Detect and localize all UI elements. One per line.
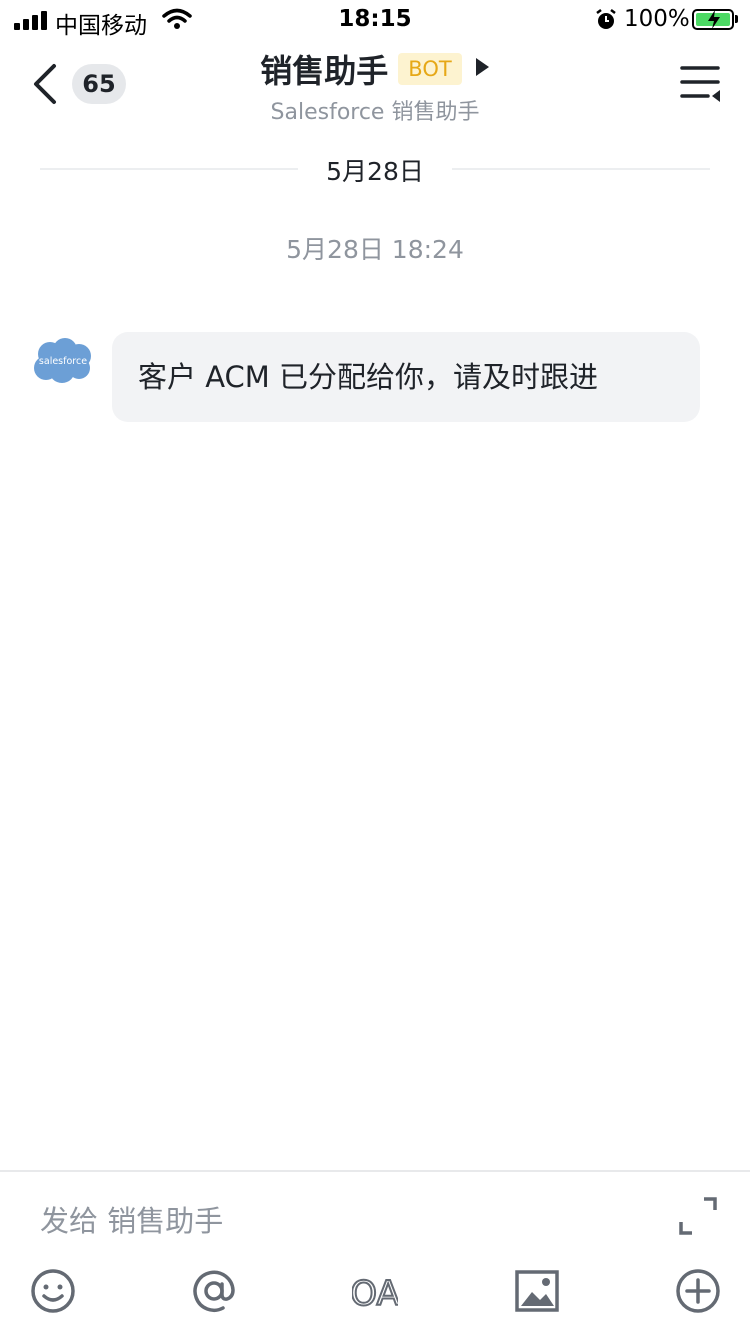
battery-percent: 100% [624, 6, 690, 32]
salesforce-avatar[interactable]: salesforce [32, 336, 94, 386]
date-separator-label: 5月28日 [326, 157, 424, 186]
chat-title-row[interactable]: 销售助手 BOT [0, 46, 750, 92]
image-icon[interactable] [514, 1268, 560, 1314]
menu-icon[interactable] [680, 64, 724, 104]
status-bar: 中国移动 18:15 100% [0, 0, 750, 40]
battery-charging-icon [692, 9, 734, 30]
date-separator: 5月28日 [40, 152, 710, 186]
nav-bar: 65 销售助手 BOT Salesforce 销售助手 [0, 40, 750, 130]
message-timestamp: 5月28日 18:24 [286, 235, 464, 264]
bot-tag: BOT [398, 53, 462, 85]
chat-title[interactable]: 销售助手 [260, 52, 388, 90]
expand-icon[interactable] [678, 1196, 718, 1236]
message-input[interactable]: 发给 销售助手 [40, 1198, 223, 1240]
oa-label: OA [352, 1274, 398, 1314]
chat-subtitle: Salesforce 销售助手 [270, 100, 480, 125]
emoji-icon[interactable] [30, 1268, 76, 1314]
mention-icon[interactable] [191, 1268, 237, 1314]
alarm-icon [595, 8, 617, 36]
composer-toolbar: OA [0, 1268, 750, 1318]
oa-icon[interactable]: OA [349, 1268, 400, 1315]
plus-icon[interactable] [675, 1268, 721, 1314]
composer: 发给 销售助手 OA [0, 1170, 750, 1334]
message-bubble[interactable]: 客户 ACM 已分配给你，请及时跟进 [112, 332, 700, 422]
avatar-logo-text: salesforce [39, 356, 87, 367]
play-icon[interactable] [474, 57, 490, 81]
